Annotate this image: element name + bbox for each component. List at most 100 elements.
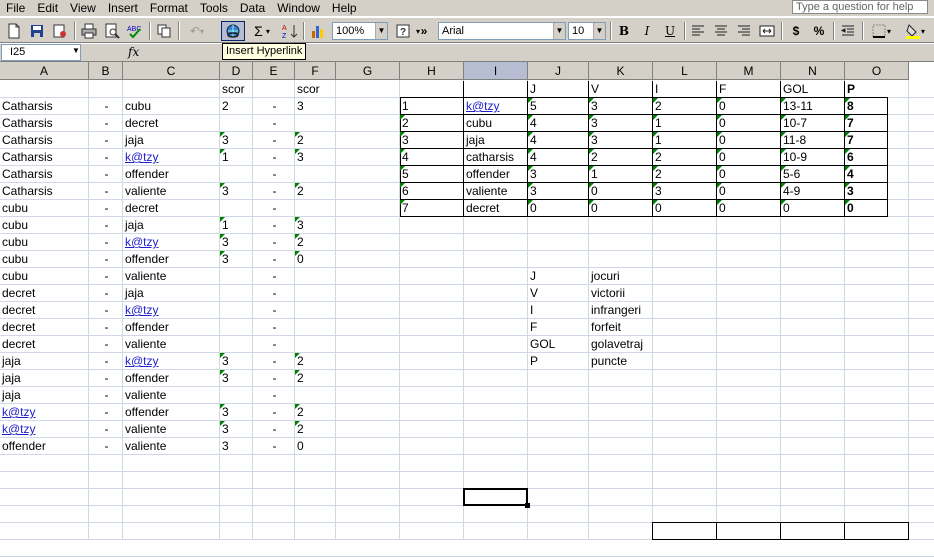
toolbar-options-icon[interactable]: » <box>418 21 430 41</box>
column-header-d[interactable]: D <box>220 62 253 80</box>
spreadsheet-grid[interactable]: A B C D E F G H I J K L M N Oscor scor Catharsis - cubu 2-3… <box>0 62 934 557</box>
error-indicator-icon <box>295 353 300 358</box>
score-away: 2 <box>297 133 304 147</box>
insert-hyperlink-icon[interactable] <box>221 21 245 41</box>
error-indicator-icon <box>717 98 722 103</box>
menu-format[interactable]: Format <box>144 0 194 16</box>
team-away: jaja <box>125 133 144 147</box>
legend-key: J <box>530 269 536 283</box>
tooltip: Insert Hyperlink <box>222 43 307 60</box>
borders-icon[interactable]: ▾ <box>866 21 896 41</box>
bordered-cell <box>780 522 845 540</box>
menu-file[interactable]: File <box>0 0 31 16</box>
team-name[interactable]: k@tzy <box>464 98 527 115</box>
team-away[interactable]: k@tzy <box>123 149 219 166</box>
font-name-select[interactable]: Arial ▼ <box>438 22 566 40</box>
separator: - <box>104 133 109 147</box>
print-preview-icon[interactable] <box>102 21 122 41</box>
sort-ascending-icon[interactable]: AZ <box>280 21 300 41</box>
column-header-b[interactable]: B <box>89 62 123 80</box>
column-header-h[interactable]: H <box>400 62 464 80</box>
merge-center-icon[interactable] <box>757 21 777 41</box>
team-home: Catharsis <box>2 116 53 130</box>
rank: 3 <box>402 133 409 147</box>
spelling-icon[interactable]: ABC <box>125 21 145 41</box>
active-cell[interactable] <box>463 488 530 508</box>
permission-icon[interactable] <box>50 21 70 41</box>
menu-edit[interactable]: Edit <box>31 0 64 16</box>
team-home: Catharsis <box>2 184 53 198</box>
column-header-e[interactable]: E <box>253 62 295 80</box>
separator: - <box>104 167 109 181</box>
separator: - <box>104 337 109 351</box>
column-header-n[interactable]: N <box>781 62 845 80</box>
column-header-o[interactable]: O <box>845 62 909 80</box>
chevron-down-icon[interactable]: ▼ <box>72 46 80 55</box>
score-away: 2 <box>297 354 304 368</box>
menu-window[interactable]: Window <box>271 0 326 16</box>
column-header-l[interactable]: L <box>653 62 717 80</box>
align-left-icon[interactable] <box>688 21 708 41</box>
menu-data[interactable]: Data <box>234 0 271 16</box>
error-indicator-icon <box>781 149 786 154</box>
insert-function-icon[interactable]: fx <box>128 45 139 59</box>
column-header-f[interactable]: F <box>295 62 336 80</box>
chart-wizard-icon[interactable] <box>308 21 328 41</box>
new-icon[interactable] <box>4 21 24 41</box>
align-right-icon[interactable] <box>734 21 754 41</box>
score-away: 2 <box>297 184 304 198</box>
team-home: cubu <box>2 252 29 266</box>
fill-color-icon[interactable]: ▾ <box>900 21 930 41</box>
team-away[interactable]: k@tzy <box>123 234 219 251</box>
copy-icon[interactable] <box>154 21 174 41</box>
menu-view[interactable]: View <box>64 0 102 16</box>
error-indicator-icon <box>589 115 594 120</box>
chevron-down-icon[interactable]: ▼ <box>375 23 387 39</box>
separator: - <box>104 354 109 368</box>
stat-v: 3 <box>591 116 598 130</box>
print-icon[interactable] <box>79 21 99 41</box>
team-away[interactable]: k@tzy <box>123 353 219 370</box>
column-header-k[interactable]: K <box>589 62 653 80</box>
zoom-select[interactable]: 100% ▼ <box>332 22 388 40</box>
stat-v: 3 <box>591 99 598 113</box>
team-home: Catharsis <box>2 150 53 164</box>
team-away[interactable]: k@tzy <box>123 302 219 319</box>
underline-button[interactable]: U <box>660 21 680 41</box>
font-size-select[interactable]: 10 ▼ <box>568 22 606 40</box>
separator: - <box>272 201 277 215</box>
team-home[interactable]: k@tzy <box>0 404 88 421</box>
separator: - <box>104 405 109 419</box>
column-header-m[interactable]: M <box>717 62 781 80</box>
error-indicator-icon <box>220 404 225 409</box>
column-header-j[interactable]: J <box>528 62 589 80</box>
team-home[interactable]: k@tzy <box>0 421 88 438</box>
save-icon[interactable] <box>27 21 47 41</box>
menu-tools[interactable]: Tools <box>194 0 234 16</box>
column-header-g[interactable]: G <box>336 62 400 80</box>
autosum-icon[interactable]: Σ ▾ <box>247 21 277 41</box>
column-header-c[interactable]: C <box>123 62 220 80</box>
bold-button[interactable]: B <box>614 21 634 41</box>
decrease-indent-icon[interactable] <box>838 21 858 41</box>
rank: 1 <box>402 99 409 113</box>
column-header-i[interactable]: I <box>464 62 528 80</box>
help-icon[interactable]: ? <box>393 21 413 41</box>
stat-j: 4 <box>530 116 537 130</box>
chevron-down-icon[interactable]: ▼ <box>593 23 605 39</box>
percent-button[interactable]: % <box>809 21 829 41</box>
error-indicator-icon <box>717 149 722 154</box>
undo-icon[interactable]: ↶ ▾ <box>183 21 211 41</box>
ask-question-input[interactable]: Type a question for help <box>792 0 928 14</box>
column-header-a[interactable]: A <box>0 62 89 80</box>
align-center-icon[interactable] <box>711 21 731 41</box>
stat-i: 0 <box>655 201 662 215</box>
menu-insert[interactable]: Insert <box>102 0 144 16</box>
menu-help[interactable]: Help <box>326 0 363 16</box>
chevron-down-icon[interactable]: ▼ <box>553 23 565 39</box>
name-box[interactable]: I25 <box>1 44 81 61</box>
currency-button[interactable]: $ <box>786 21 806 41</box>
error-indicator-icon <box>295 149 300 154</box>
stat-p: 0 <box>847 201 854 215</box>
italic-button[interactable]: I <box>637 21 657 41</box>
